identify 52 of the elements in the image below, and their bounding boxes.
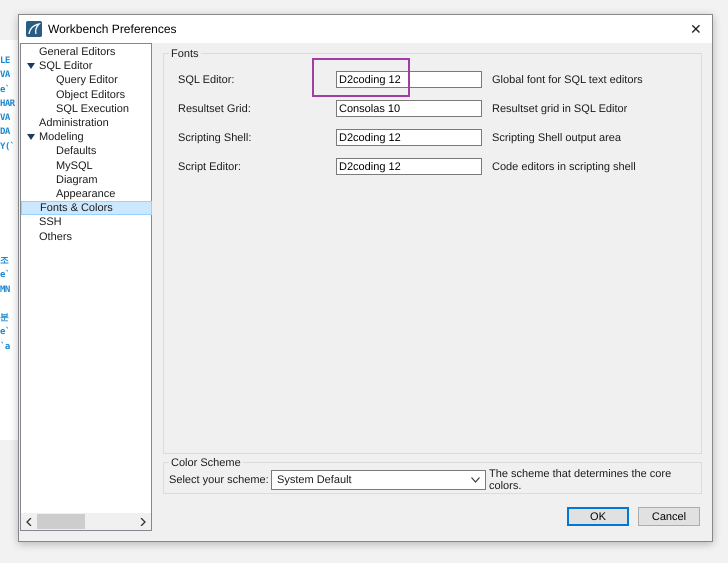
tree-item[interactable]: Appearance <box>21 186 151 202</box>
field-label: Resultset Grid: <box>177 102 252 114</box>
code-fragment: 분 <box>0 312 8 325</box>
tree-item[interactable]: SQL Execution <box>21 102 151 116</box>
expand-triangle-icon[interactable] <box>27 133 35 142</box>
code-fragment: `a <box>0 340 10 354</box>
expand-triangle-icon[interactable] <box>27 62 35 70</box>
window-title: Workbench Preferences <box>48 22 177 36</box>
font-field[interactable]: Consolas 10 <box>336 100 482 117</box>
tree-item[interactable]: MySQL <box>21 158 151 173</box>
field-description: Resultset grid in SQL Editor <box>492 102 628 114</box>
tree-item[interactable]: Fonts & Colors <box>21 201 152 216</box>
field-description: The scheme that determines the core colors. <box>489 468 672 492</box>
horizontal-scrollbar[interactable] <box>21 513 151 530</box>
tree-item[interactable]: Query Editor <box>21 73 151 88</box>
ok-button[interactable]: OK <box>567 507 629 526</box>
scheme-dropdown[interactable]: System Default <box>271 470 486 490</box>
font-field[interactable]: D2coding 12 <box>336 158 482 175</box>
tree-item[interactable]: General Editors <box>21 45 151 60</box>
field-label: Script Editor: <box>177 160 242 172</box>
tree-item[interactable]: Defaults <box>21 144 151 158</box>
code-fragment: Y(` <box>0 140 14 154</box>
code-fragment: HAR <box>0 98 14 111</box>
code-fragment: VA <box>0 112 10 126</box>
tree-item[interactable]: Diagram <box>21 172 151 187</box>
code-fragment: e` <box>0 326 10 340</box>
tree-item[interactable]: SQL Editor <box>21 59 151 74</box>
tree-item[interactable]: Others <box>21 229 151 244</box>
code-fragment: e` <box>0 84 10 97</box>
tree-item[interactable]: Object Editors <box>21 88 151 102</box>
field-label: Select your scheme: <box>169 474 270 486</box>
field-description: Scripting Shell output area <box>492 132 622 144</box>
group-title: Color Scheme <box>169 457 243 469</box>
field-description: Code editors in scripting shell <box>492 160 636 172</box>
code-fragment: 조 <box>0 255 8 268</box>
code-fragment: DA <box>0 126 10 140</box>
tree-item[interactable]: SSH <box>21 215 151 230</box>
chevron-down-icon[interactable] <box>471 477 480 483</box>
tree-item[interactable]: Modeling <box>21 130 151 144</box>
code-fragment: MN <box>0 284 10 297</box>
font-field[interactable]: D2coding 12 <box>336 129 482 146</box>
field-label: SQL Editor: <box>177 74 236 86</box>
cancel-button[interactable]: Cancel <box>638 507 700 526</box>
code-fragment: VA <box>0 69 10 82</box>
group-title: Fonts <box>169 48 201 60</box>
field-description: Global font for SQL text editors <box>492 74 643 86</box>
close-button[interactable]: ✕ <box>680 15 712 43</box>
tree-item[interactable]: Administration <box>21 116 151 130</box>
code-fragment: LE <box>0 55 10 68</box>
code-fragment: e` <box>0 268 10 282</box>
field-label: Scripting Shell: <box>177 132 252 144</box>
font-field[interactable]: D2coding 12 <box>336 71 482 88</box>
